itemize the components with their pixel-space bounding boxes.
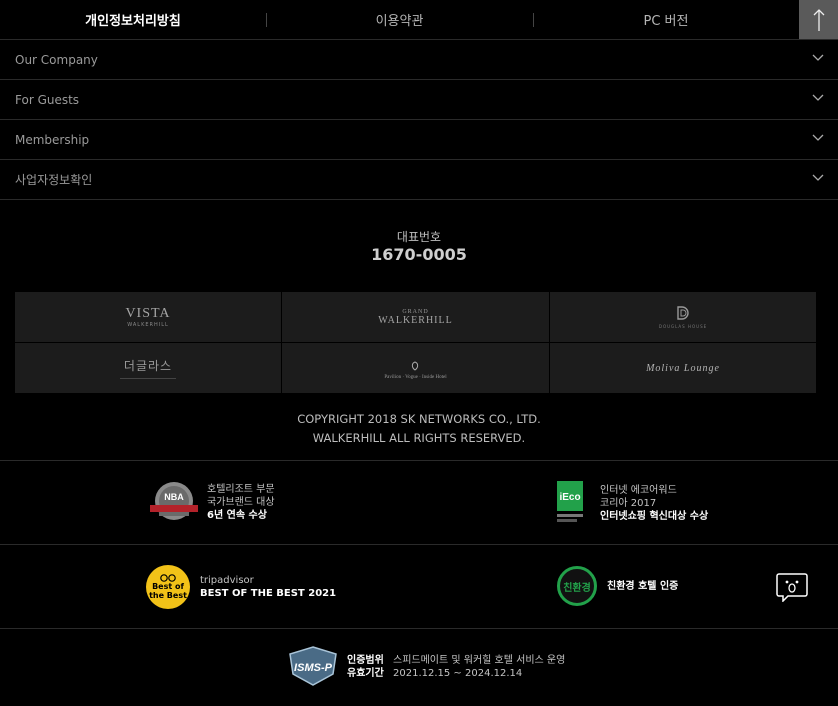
divider	[533, 13, 534, 27]
chevron-down-icon	[812, 174, 824, 181]
chat-icon	[776, 573, 808, 603]
owl-icon	[160, 574, 176, 582]
isms-badge-text: ISMS-P	[294, 662, 333, 674]
green-badge-text: 친환경	[563, 582, 591, 594]
award-trip-line-2: BEST OF THE BEST 2021	[200, 588, 337, 599]
divider	[0, 628, 838, 629]
accordion-label: Membership	[15, 132, 90, 147]
phone-number[interactable]: 1670-0005	[0, 245, 838, 264]
svg-text:iEco: iEco	[559, 492, 580, 503]
brand-grand-walkerhill[interactable]: GRAND WALKERHILL	[282, 292, 549, 342]
brand-sub-line	[120, 378, 176, 379]
award-eco: iEco 인터넷 에코어워드 코리아 2017 인터넷쇼핑 혁신대상 수상	[557, 481, 708, 525]
copyright-line-1: COPYRIGHT 2018 SK NETWORKS CO., LTD.	[297, 412, 541, 426]
brand-name: VISTA	[125, 306, 171, 321]
accordion-label: Our Company	[15, 52, 98, 67]
accordion-business-info[interactable]: 사업자정보확인	[0, 160, 838, 200]
leaf-logo-icon	[412, 361, 419, 371]
award-trip-line-1: tripadvisor	[200, 575, 254, 586]
isms-scope-value: 스피드메이트 및 워커힐 호텔 서비스 운영	[393, 655, 566, 666]
pc-version-link[interactable]: PC 버전	[533, 0, 799, 39]
arrow-up-icon	[813, 8, 824, 31]
isms-validity-value: 2021.12.15 ~ 2024.12.14	[393, 668, 523, 679]
brand-name: Moliva Lounge	[646, 362, 720, 374]
award-nba: NBA 호텔리조트 부문 국가브랜드 대상 6년 연속 수상	[149, 481, 275, 523]
isms-scope-key: 인증범위	[347, 655, 384, 666]
divider	[0, 544, 838, 545]
award-nba-line-3: 6년 연속 수상	[207, 509, 267, 521]
award-nba-line-1: 호텔리조트 부문	[207, 483, 275, 495]
green-badge-icon: 친환경	[557, 566, 597, 606]
divider	[0, 460, 838, 461]
eco-badge-icon: iEco	[557, 481, 583, 522]
brand-moliva-lounge[interactable]: Moliva Lounge	[550, 343, 816, 393]
divider	[266, 13, 267, 27]
badge-text-1: Best of	[152, 582, 184, 591]
chevron-down-icon	[812, 54, 824, 61]
brand-name: 더글라스	[123, 359, 173, 373]
nba-badge-icon: NBA	[150, 482, 198, 520]
accordion-label: 사업자정보확인	[15, 173, 93, 187]
brand-sub: DOUGLAS HOUSE	[658, 324, 708, 329]
isms-badge-icon: ISMS-P	[289, 646, 337, 686]
brand-sub: WALKERHILL	[378, 314, 453, 326]
tripadvisor-badge-icon: Best of the Best	[146, 565, 190, 609]
chevron-down-icon	[812, 94, 824, 101]
brand-vista-walkerhill[interactable]: VISTA WALKERHILL	[15, 292, 281, 342]
scroll-to-top-button[interactable]	[799, 0, 838, 39]
douglas-logo-icon	[677, 306, 689, 320]
award-nba-line-2: 국가브랜드 대상	[207, 496, 275, 508]
copyright: COPYRIGHT 2018 SK NETWORKS CO., LTD. WAL…	[0, 410, 838, 448]
brand-douglas-korean[interactable]: 더글라스	[15, 343, 281, 393]
award-green-line-1: 친환경 호텔 인증	[607, 580, 679, 592]
accordion-membership[interactable]: Membership	[0, 120, 838, 160]
award-tripadvisor: Best of the Best tripadvisor BEST OF THE…	[146, 565, 336, 609]
accordion-our-company[interactable]: Our Company	[0, 40, 838, 80]
chevron-down-icon	[812, 134, 824, 141]
award-eco-line-2: 코리아 2017	[600, 497, 657, 509]
award-eco-line-1: 인터넷 에코어워드	[600, 484, 677, 496]
top-nav: 개인정보처리방침 이용약관 PC 버전	[0, 0, 838, 40]
brand-douglas-house[interactable]: DOUGLAS HOUSE	[550, 292, 816, 342]
badge-text-2: the Best	[149, 591, 187, 600]
terms-link[interactable]: 이용약관	[266, 0, 533, 39]
copyright-line-2: WALKERHILL ALL RIGHTS RESERVED.	[312, 431, 526, 445]
svg-text:NBA: NBA	[164, 492, 184, 502]
phone-label: 대표번호	[396, 230, 442, 244]
accordion-label: For Guests	[15, 92, 80, 107]
isms-validity-key: 유효기간	[347, 668, 384, 679]
privacy-policy-link[interactable]: 개인정보처리방침	[0, 0, 266, 39]
brand-name: Pavilion · Vogue · Inside Hotel	[384, 375, 447, 380]
brand-grid: VISTA WALKERHILL GRAND WALKERHILL DOUGLA…	[15, 292, 816, 393]
award-eco-line-3: 인터넷쇼핑 혁신대상 수상	[600, 510, 709, 522]
brand-pavilion[interactable]: Pavilion · Vogue · Inside Hotel	[282, 343, 549, 393]
accordion-for-guests[interactable]: For Guests	[0, 80, 838, 120]
brand-sub: WALKERHILL	[127, 322, 169, 328]
award-green-hotel: 친환경 친환경 호텔 인증	[557, 566, 678, 606]
chat-button[interactable]	[776, 572, 808, 603]
